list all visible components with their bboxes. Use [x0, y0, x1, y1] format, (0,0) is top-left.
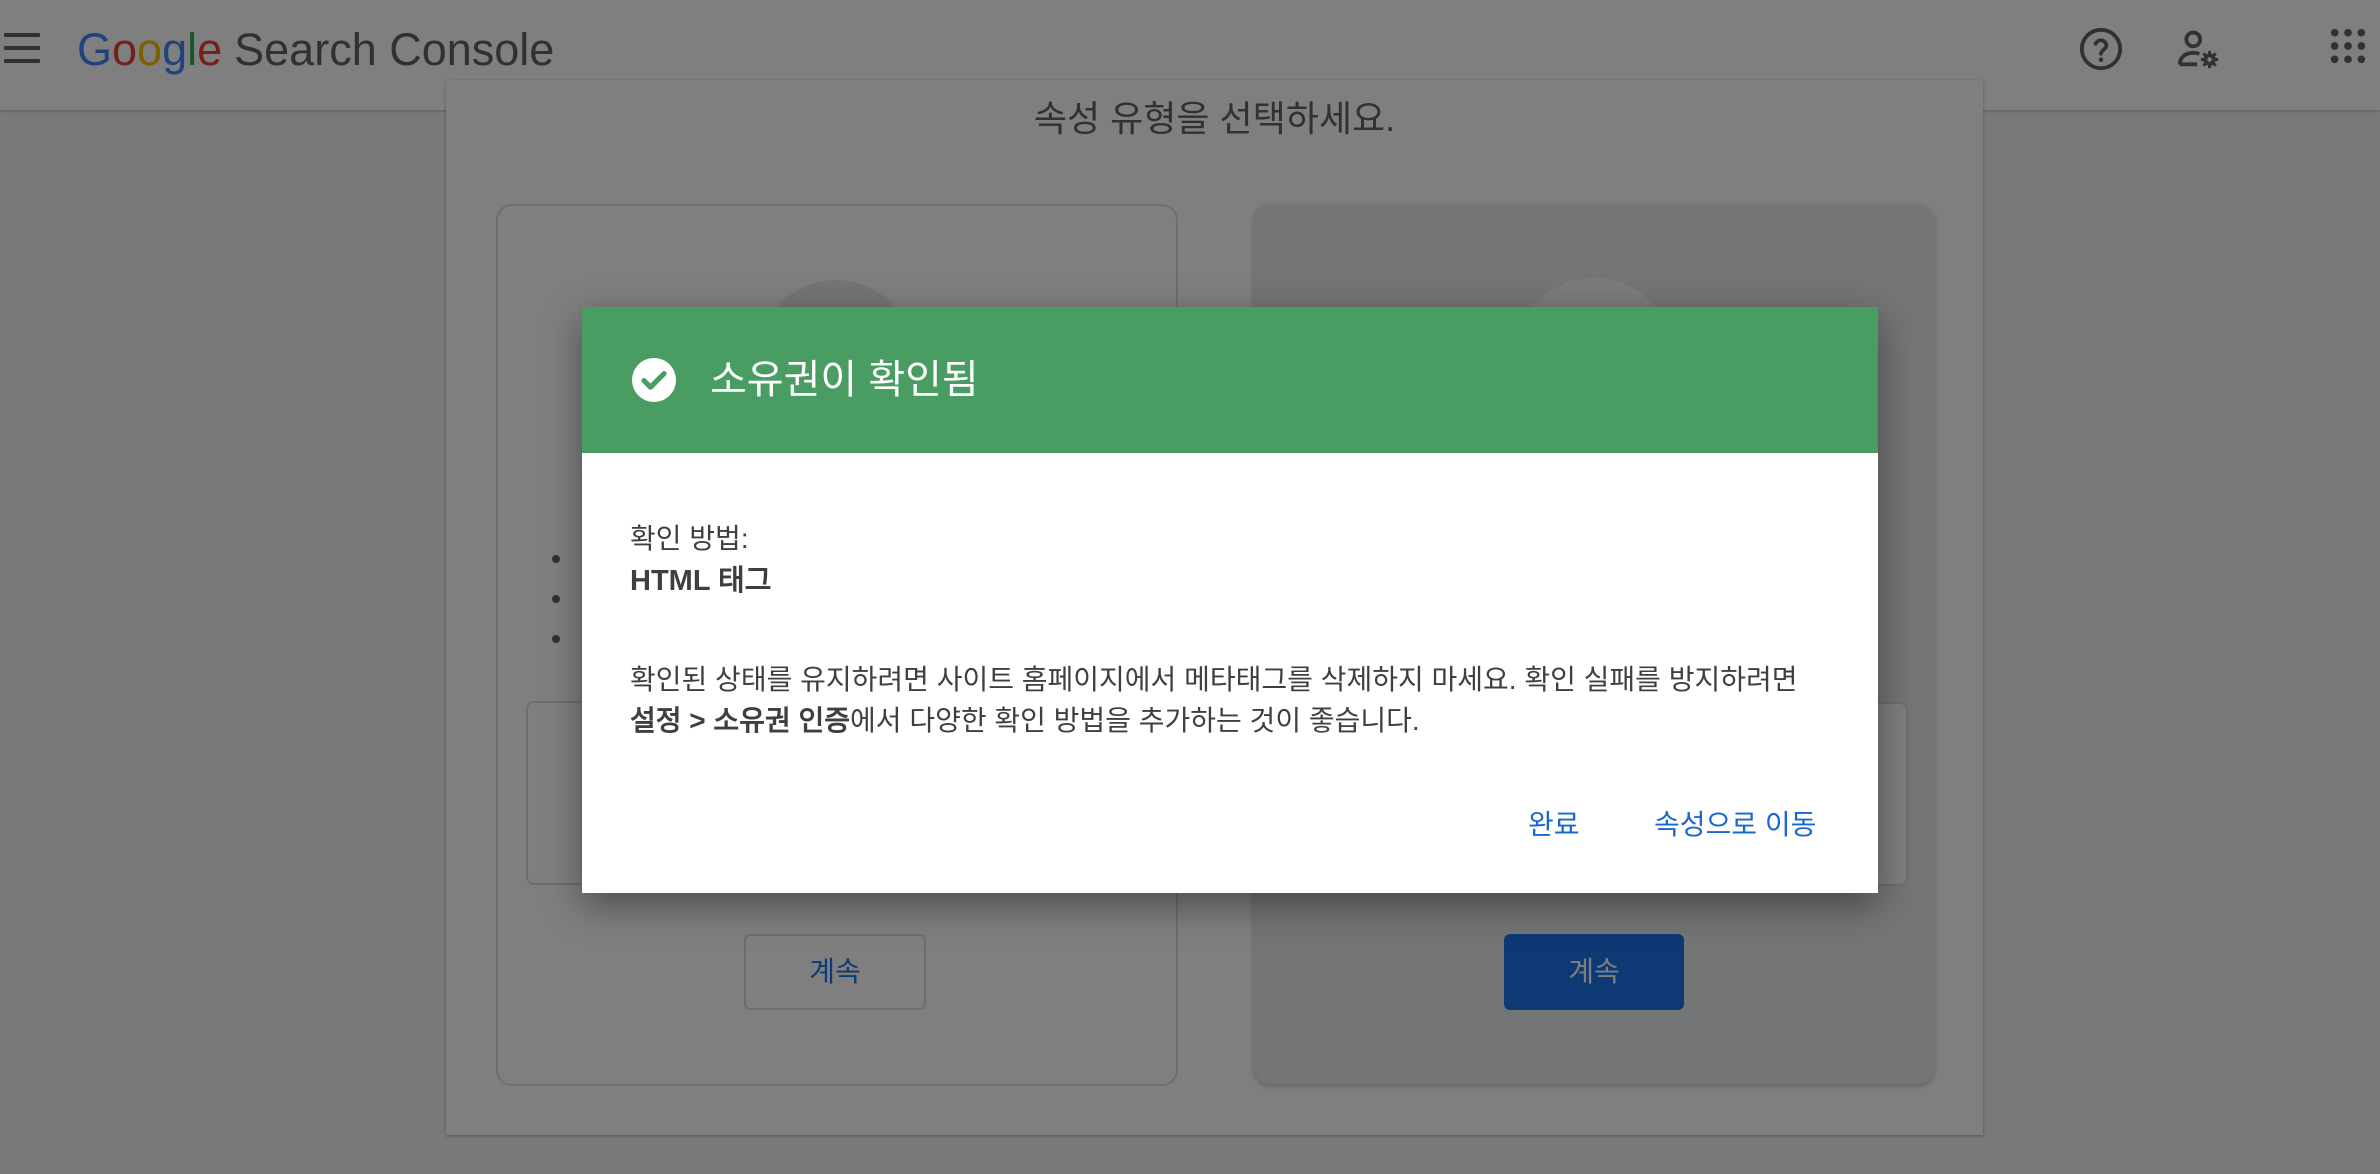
done-button[interactable]: 완료	[1516, 801, 1592, 849]
dialog-header: 소유권이 확인됨	[582, 307, 1878, 453]
description-text: 확인된 상태를 유지하려면 사이트 홈페이지에서 메타태그를 삭제하지 마세요.…	[630, 664, 1798, 695]
settings-path-text: 설정 > 소유권 인증	[630, 705, 851, 736]
dialog-description: 확인된 상태를 유지하려면 사이트 홈페이지에서 메타태그를 삭제하지 마세요.…	[630, 659, 1830, 741]
description-text: 에서 다양한 확인 방법을 추가하는 것이 좋습니다.	[850, 705, 1420, 736]
verification-method-label: 확인 방법:	[630, 523, 749, 554]
verification-method-value: HTML 태그	[630, 565, 772, 597]
go-to-property-button[interactable]: 속성으로 이동	[1642, 801, 1828, 849]
check-circle-icon	[632, 358, 676, 402]
dialog-title: 소유권이 확인됨	[710, 358, 979, 402]
ownership-verified-dialog: 소유권이 확인됨 확인 방법: HTML 태그 확인된 상태를 유지하려면 사이…	[582, 307, 1878, 893]
